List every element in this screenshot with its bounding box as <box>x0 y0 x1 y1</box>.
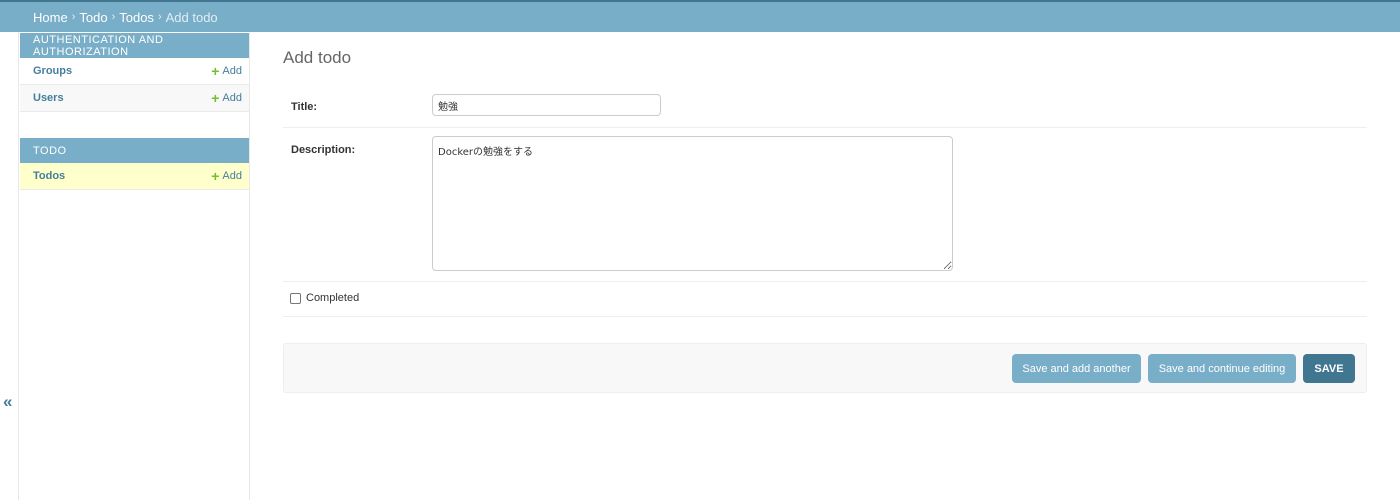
form-row-description: Description: Dockerの勉強をする <box>283 128 1367 282</box>
save-button[interactable]: SAVE <box>1303 354 1355 383</box>
title-input[interactable] <box>432 94 661 116</box>
plus-icon: + <box>211 90 220 106</box>
title-label: Title: <box>291 101 318 113</box>
add-label: Add <box>222 92 242 104</box>
plus-icon: + <box>211 168 220 184</box>
description-label: Description: <box>291 144 356 156</box>
add-label: Add <box>222 65 242 77</box>
form-row-completed: Completed <box>283 282 1367 317</box>
sidebar-item-todos: Todos + Add <box>20 163 249 190</box>
breadcrumb-separator: › <box>157 11 162 23</box>
add-label: Add <box>222 170 242 182</box>
submit-row: Save and add another Save and continue e… <box>283 343 1367 393</box>
module-caption-todo[interactable]: TODO <box>20 138 249 163</box>
collapse-sidebar-icon[interactable]: « <box>3 392 12 412</box>
breadcrumb-separator: › <box>111 11 116 23</box>
sidebar-link-users[interactable]: Users <box>33 92 64 104</box>
breadcrumb-model[interactable]: Todos <box>119 10 154 25</box>
breadcrumb-separator: › <box>71 11 76 23</box>
breadcrumb-app[interactable]: Todo <box>79 10 107 25</box>
sidebar-item-users: Users + Add <box>20 85 249 112</box>
module-caption-auth[interactable]: AUTHENTICATION AND AUTHORIZATION <box>20 33 249 58</box>
breadcrumb-home[interactable]: Home <box>33 10 68 25</box>
page-title: Add todo <box>283 48 352 67</box>
add-users-button[interactable]: + Add <box>211 91 242 105</box>
save-and-continue-button[interactable]: Save and continue editing <box>1148 354 1296 383</box>
sidebar-link-todos[interactable]: Todos <box>33 170 65 182</box>
breadcrumb-current: Add todo <box>165 9 218 25</box>
completed-label[interactable]: Completed <box>306 292 359 304</box>
breadcrumb: Home › Todo › Todos › Add todo <box>0 0 1400 32</box>
description-textarea[interactable]: Dockerの勉強をする <box>432 136 953 271</box>
form-row-title: Title: <box>283 84 1367 128</box>
plus-icon: + <box>211 63 220 79</box>
sidebar-divider <box>18 32 19 500</box>
sidebar-item-groups: Groups + Add <box>20 58 249 85</box>
add-groups-button[interactable]: + Add <box>211 64 242 78</box>
save-and-add-another-button[interactable]: Save and add another <box>1012 354 1141 383</box>
completed-checkbox[interactable] <box>290 293 301 304</box>
add-todos-button[interactable]: + Add <box>211 169 242 183</box>
sidebar-link-groups[interactable]: Groups <box>33 65 72 77</box>
